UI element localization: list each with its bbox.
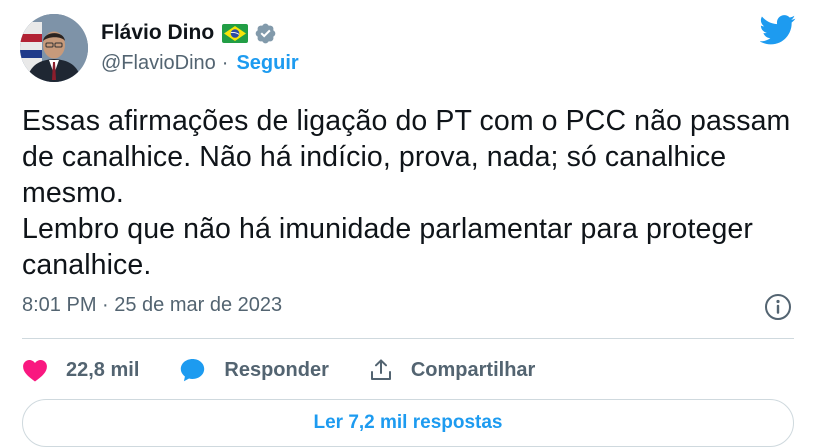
speech-bubble-icon [181,358,205,382]
read-replies-button[interactable]: Ler 7,2 mil respostas [22,399,794,447]
author-avatar[interactable] [20,14,88,82]
tweet-text: Essas afirmações de ligação do PT com o … [22,105,791,281]
divider-top [22,338,794,339]
info-icon[interactable] [763,292,793,322]
share-button[interactable]: Compartilhar [369,358,535,382]
heart-icon [23,360,47,382]
brazil-flag-icon [222,23,249,43]
like-count: 22,8 mil [66,358,140,381]
share-label: Compartilhar [410,358,536,381]
follow-button[interactable]: Seguir [236,52,298,75]
reply-label: Responder [224,358,329,381]
twitter-bird-icon[interactable] [759,14,796,46]
author-name-row: Flávio Dino [101,18,277,48]
handle-separator: · [221,51,229,74]
author-handle[interactable]: @FlavioDino [101,52,216,75]
tweet-actions: 22,8 mil Responder Compartilhar [22,350,575,390]
share-upload-icon [370,359,391,380]
author-name[interactable]: Flávio Dino [101,21,214,45]
verified-badge-icon [254,22,277,45]
author-handle-row: @FlavioDino · Seguir [101,50,299,76]
tweet-timestamp[interactable]: 8:01 PM · 25 de mar de 2023 [22,294,282,317]
avatar-photo [20,14,88,82]
reply-button[interactable]: Responder [179,357,329,383]
like-button[interactable]: 22,8 mil [22,358,139,382]
